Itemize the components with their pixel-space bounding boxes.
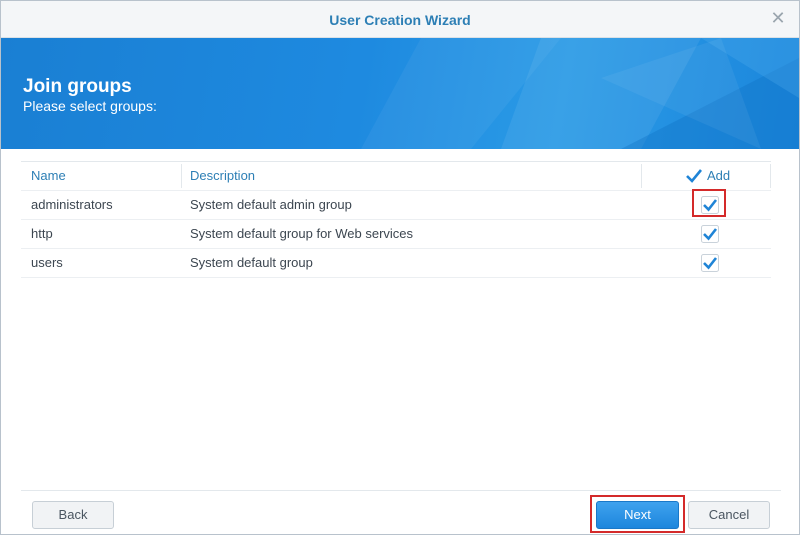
group-description: System default group for Web services — [190, 226, 414, 241]
group-name: administrators — [31, 197, 113, 212]
step-banner: Join groups Please select groups: — [1, 38, 799, 149]
table-row[interactable]: http System default group for Web servic… — [21, 220, 771, 249]
highlight-box-next — [590, 495, 685, 533]
group-name: http — [31, 226, 53, 241]
table-row[interactable]: administrators System default admin grou… — [21, 191, 771, 220]
highlight-box-checkbox — [692, 189, 726, 217]
column-header-add: Add — [707, 168, 731, 183]
select-all-checkbox[interactable] — [685, 167, 703, 185]
table-row[interactable]: users System default group — [21, 249, 771, 278]
group-description: System default admin group — [190, 197, 352, 212]
back-button[interactable]: Back — [32, 501, 114, 529]
wizard-window: User Creation Wizard ✕ Join groups Pleas… — [0, 0, 800, 535]
column-header-description[interactable]: Description — [190, 162, 255, 190]
table-header: Name Description Add — [21, 162, 771, 191]
group-description: System default group — [190, 255, 313, 270]
step-title: Join groups — [23, 76, 132, 97]
window-title: User Creation Wizard — [329, 12, 471, 28]
column-header-name[interactable]: Name — [31, 162, 66, 190]
step-subtitle: Please select groups: — [23, 98, 157, 114]
add-checkbox-http[interactable] — [701, 225, 719, 243]
footer-divider — [21, 490, 781, 491]
add-checkbox-users[interactable] — [701, 254, 719, 272]
title-bar: User Creation Wizard ✕ — [1, 1, 799, 38]
close-icon[interactable]: ✕ — [769, 9, 787, 27]
cancel-button[interactable]: Cancel — [688, 501, 770, 529]
group-name: users — [31, 255, 63, 270]
groups-table: Name Description Add administrators Syst… — [21, 161, 771, 278]
